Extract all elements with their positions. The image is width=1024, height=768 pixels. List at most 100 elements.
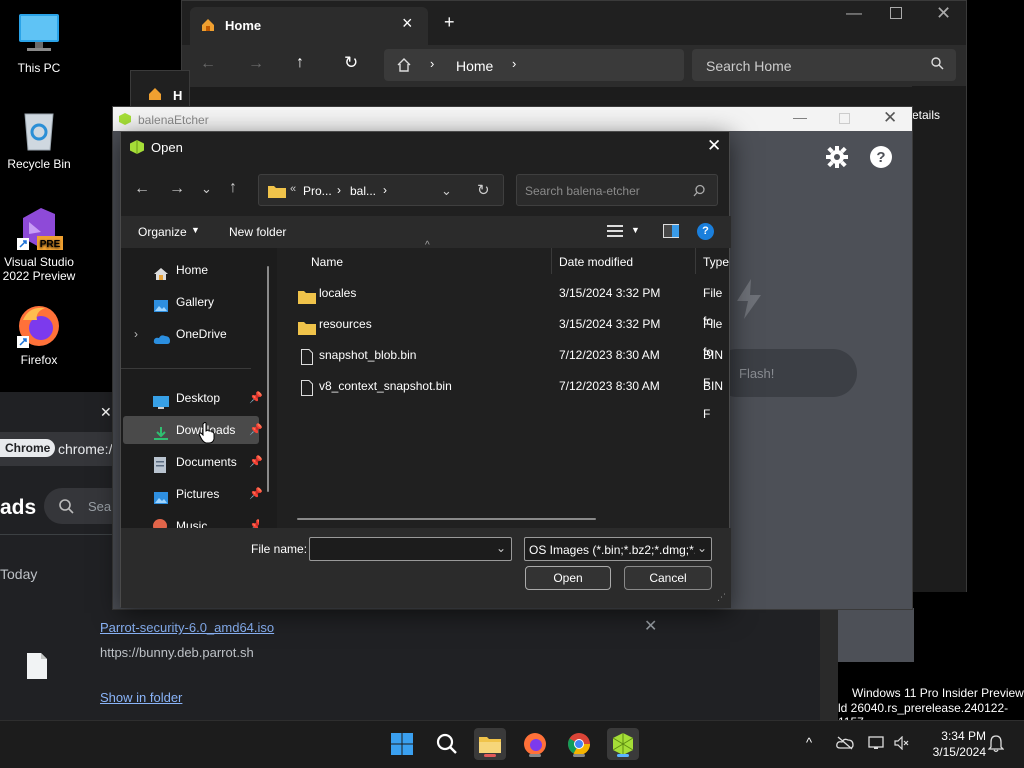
nav-item-music[interactable]: Music 📌 (123, 512, 259, 528)
clock-date[interactable]: 3/15/2024 (924, 745, 986, 759)
address-segment-home[interactable]: Home (456, 58, 493, 74)
onedrive-offline-icon[interactable] (836, 736, 854, 753)
flash-button[interactable]: Flash! (713, 349, 857, 397)
recent-locations-chevron-icon[interactable]: ⌄ (201, 181, 212, 197)
chrome-url[interactable]: chrome:/ (58, 441, 112, 457)
network-icon[interactable] (868, 736, 886, 753)
overflow-chevron-icon[interactable]: « (290, 183, 296, 195)
horizontal-scrollbar[interactable] (297, 518, 596, 520)
nav-item-desktop[interactable]: Desktop 📌 (123, 384, 263, 412)
download-file-link[interactable]: Parrot-security-6.0_amd64.iso (100, 620, 274, 635)
organize-menu[interactable]: Organize (138, 225, 187, 239)
forward-arrow-icon[interactable]: → (169, 180, 185, 198)
search-icon[interactable] (431, 728, 463, 760)
nav-item-home[interactable]: Home (123, 256, 259, 284)
view-options-icon[interactable] (607, 224, 623, 241)
back-arrow-icon[interactable]: ← (134, 180, 150, 198)
chevron-right-icon[interactable]: › (512, 56, 516, 71)
chevron-right-icon[interactable]: › (383, 183, 387, 197)
notification-bell-icon[interactable] (987, 735, 1005, 756)
resize-grip-icon[interactable]: ⋰ (717, 592, 726, 603)
nav-item-onedrive[interactable]: › OneDrive (123, 320, 259, 348)
close-tab-icon[interactable]: × (402, 13, 413, 34)
chevron-down-icon[interactable]: ▼ (631, 225, 640, 235)
maximize-icon[interactable] (839, 113, 850, 124)
breadcrumb-segment[interactable]: Pro... (303, 184, 332, 198)
file-row[interactable]: resources 3/15/2024 3:32 PM File fo (286, 310, 731, 359)
minimize-icon[interactable]: — (846, 5, 862, 23)
volume-muted-icon[interactable] (894, 735, 910, 753)
scrollbar[interactable] (820, 608, 838, 720)
chevron-down-icon[interactable]: ⌄ (695, 541, 708, 555)
settings-gear-icon[interactable] (825, 145, 849, 172)
desktop-icon-visual-studio[interactable]: PRE Visual Studio 2022 Preview (0, 204, 78, 283)
explorer-details-pane: etails (912, 86, 966, 592)
file-type-filter-select[interactable]: OS Images (*.bin;*.bz2;*.dmg;*. ⌄ (524, 537, 712, 561)
nav-item-documents[interactable]: Documents 📌 (123, 448, 263, 476)
explorer-search-box[interactable]: Search Home (692, 49, 956, 81)
close-window-icon[interactable]: ✕ (936, 3, 951, 24)
nav-item-gallery[interactable]: Gallery (123, 288, 259, 316)
chrome-omnibox[interactable]: Chrome chrome:/ (0, 432, 120, 466)
close-window-icon[interactable]: ✕ (883, 108, 897, 128)
explorer-address-bar[interactable]: › Home › (384, 49, 684, 81)
column-header-name[interactable]: Name (311, 255, 343, 269)
column-header-type[interactable]: Type (703, 255, 729, 269)
remove-download-icon[interactable]: ✕ (644, 616, 657, 636)
show-in-folder-link[interactable]: Show in folder (100, 690, 182, 705)
close-icon[interactable]: ✕ (707, 136, 721, 156)
close-icon[interactable]: ✕ (100, 404, 112, 421)
new-folder-button[interactable]: New folder (229, 225, 286, 239)
pin-icon[interactable]: 📌 (249, 416, 263, 444)
file-row[interactable]: snapshot_blob.bin 7/12/2023 8:30 AM BIN … (286, 341, 731, 390)
open-button[interactable]: Open (525, 566, 611, 590)
desktop-icon-firefox[interactable]: Firefox (0, 302, 78, 367)
show-hidden-icons-chevron-icon[interactable]: ^ (806, 735, 812, 750)
back-arrow-icon[interactable]: ← (200, 55, 216, 73)
pin-icon[interactable]: 📌 (249, 384, 263, 412)
maximize-icon[interactable] (890, 7, 902, 19)
dialog-address-bar[interactable]: « Pro... › bal... › ⌄ ↻ (258, 174, 504, 206)
new-tab-button[interactable]: + (444, 12, 455, 33)
refresh-icon[interactable]: ↻ (344, 53, 358, 73)
file-explorer-taskbar-icon[interactable] (474, 728, 506, 760)
up-arrow-icon[interactable]: ↑ (229, 179, 237, 197)
explorer-tab-home[interactable]: Home × (190, 7, 428, 45)
pin-icon[interactable]: 📌 (249, 448, 263, 476)
nav-item-downloads[interactable]: Downloads 📌 (123, 416, 263, 444)
cancel-button[interactable]: Cancel (624, 566, 712, 590)
preview-pane-icon[interactable] (663, 224, 679, 238)
downloads-search-box[interactable]: Sea (44, 488, 120, 524)
firefox-taskbar-icon[interactable] (519, 728, 551, 760)
chevron-right-icon[interactable]: › (134, 320, 138, 348)
details-label[interactable]: etails (912, 108, 940, 122)
nav-scrollbar[interactable] (267, 266, 269, 492)
file-row[interactable]: locales 3/15/2024 3:32 PM File fo (286, 279, 731, 328)
dialog-search-box[interactable]: Search balena-etcher (516, 174, 718, 206)
balena-etcher-taskbar-icon[interactable] (607, 728, 639, 760)
file-name-input[interactable]: ⌄ (309, 537, 512, 561)
file-row[interactable]: v8_context_snapshot.bin 7/12/2023 8:30 A… (286, 372, 731, 421)
clock-time[interactable]: 3:34 PM (924, 729, 986, 743)
up-arrow-icon[interactable]: ↑ (296, 54, 304, 72)
pin-icon[interactable]: 📌 (249, 480, 263, 508)
chrome-taskbar-icon[interactable] (563, 728, 595, 760)
desktop-icon-this-pc[interactable]: This PC (0, 10, 78, 75)
dialog-title: Open (151, 140, 183, 155)
help-icon[interactable]: ? (697, 223, 714, 240)
forward-arrow-icon[interactable]: → (248, 55, 264, 73)
start-windows-icon[interactable] (386, 728, 418, 760)
etcher-title: balenaEtcher (138, 113, 209, 127)
minimize-icon[interactable]: — (793, 109, 807, 125)
chevron-down-icon[interactable]: ⌄ (496, 541, 506, 555)
column-header-date[interactable]: Date modified (559, 255, 633, 269)
pin-icon[interactable]: 📌 (249, 519, 259, 528)
nav-item-pictures[interactable]: Pictures 📌 (123, 480, 263, 508)
refresh-icon[interactable]: ↻ (477, 181, 490, 199)
chevron-down-icon[interactable]: ▼ (191, 225, 200, 235)
open-file-dialog: Open ✕ ← → ⌄ ↑ « Pro... › bal... › ⌄ ↻ S… (120, 131, 731, 608)
breadcrumb-segment[interactable]: bal... (350, 184, 376, 198)
chevron-down-icon[interactable]: ⌄ (441, 183, 452, 199)
desktop-icon-recycle-bin[interactable]: Recycle Bin (0, 106, 78, 171)
help-icon[interactable]: ? (869, 145, 893, 172)
